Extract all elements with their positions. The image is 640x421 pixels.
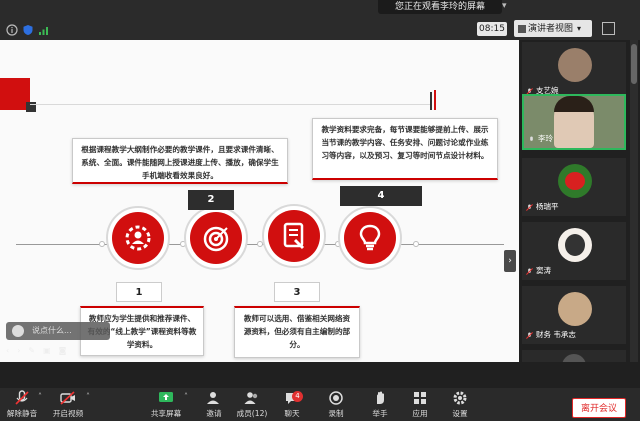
mic-icon — [530, 136, 533, 141]
fullscreen-icon[interactable] — [602, 22, 615, 35]
participant-name: 杨瑞平 — [536, 202, 559, 211]
lightbulb-icon — [359, 224, 381, 251]
camera-icon[interactable]: ◙ — [59, 346, 75, 355]
apps-button[interactable]: 应用 — [398, 390, 442, 420]
meeting-timer: 08:15 — [477, 22, 507, 36]
settings-button[interactable]: 设置 — [438, 390, 482, 420]
sharing-banner: 您正在观看李玲的屏幕 — [378, 0, 502, 14]
chevron-down-icon: ▾ — [577, 24, 582, 33]
participant-name: 窦涛 — [536, 266, 551, 275]
raise-hand-button[interactable]: 举手 — [358, 390, 402, 420]
avatar — [558, 228, 592, 262]
members-icon — [244, 392, 258, 404]
timeline-dot — [99, 241, 105, 247]
grid-icon — [518, 24, 526, 33]
share-screen-label: 共享屏幕 — [150, 409, 182, 418]
step-2-number: 2 — [188, 190, 234, 210]
step-3-circle — [262, 204, 326, 268]
participant-gallery: 支艺婉 李玲 杨瑞平 窦涛 财务 韦承志 — [520, 40, 640, 366]
user-gear-icon — [125, 225, 151, 251]
note-materials: 教学资料要求完备，每节课要能够提前上传、展示当节课的教学内容、任务安排、问题讨论… — [312, 118, 498, 180]
mic-muted-icon — [526, 204, 533, 211]
gallery-scrollbar[interactable] — [630, 40, 638, 362]
view-mode-button[interactable]: 演讲者视图 ▾ — [514, 20, 592, 37]
slide-tools: ‹›✎▣◙ — [6, 346, 110, 358]
top-bar: 您正在观看李玲的屏幕 ▾ 08:15 演讲者视图 ▾ — [0, 0, 640, 40]
chevron-down-icon[interactable]: ▾ — [502, 1, 507, 11]
members-button[interactable]: 成员(12) — [230, 390, 274, 420]
chat-label: 聊天 — [284, 409, 300, 418]
participant-name: 李玲 — [538, 134, 553, 143]
participant-tile[interactable] — [522, 350, 626, 366]
chevron-up-icon[interactable]: ˄ — [86, 392, 90, 401]
settings-label: 设置 — [452, 409, 468, 418]
shared-slide: 1 2 3 4 根据课程教学大纲制作必要的教学课件，且要求课件清晰、系统、全面。… — [0, 40, 519, 362]
header-tick-red — [434, 90, 436, 110]
spacer — [0, 362, 640, 388]
header-tick-dark — [430, 92, 432, 110]
start-video-button[interactable]: 开启视频 — [46, 390, 90, 420]
collapse-sidebar-button[interactable]: › — [504, 250, 516, 272]
shield-icon[interactable] — [22, 24, 34, 36]
step-1-circle — [106, 206, 170, 270]
participant-tile[interactable]: 窦涛 — [522, 222, 626, 280]
record-icon — [329, 391, 343, 405]
participant-tile[interactable]: 支艺婉 — [522, 42, 626, 100]
mic-muted-icon — [526, 268, 533, 275]
video-feed-hair — [554, 96, 594, 112]
chat-unread-badge: 4 — [292, 391, 303, 402]
participant-tile-active[interactable]: 李玲 — [522, 94, 626, 150]
header-divider — [30, 104, 430, 105]
meeting-toolbar: 解除静音 ˄ 开启视频 ˄ 共享屏幕 ˄ 邀请 成员(12) 聊天 录制 举手 … — [0, 388, 640, 421]
target-icon — [203, 226, 229, 252]
info-icon[interactable] — [6, 24, 18, 36]
participant-name: 财务 韦承志 — [536, 330, 576, 339]
note-resources: 教师可以选用、借鉴相关网络资源资料，但必须有自主编制的部分。 — [234, 306, 360, 358]
step-3-number: 3 — [274, 282, 320, 302]
raise-hand-label: 举手 — [372, 409, 388, 418]
mic-muted-icon — [526, 332, 533, 339]
share-screen-icon — [159, 392, 173, 402]
leave-meeting-button[interactable]: 离开会议 — [572, 398, 626, 418]
chevron-up-icon[interactable]: ˄ — [184, 392, 188, 401]
add-user-icon — [207, 392, 219, 404]
chevron-up-icon[interactable]: ˄ — [38, 392, 42, 401]
slide-overlay-controls: 说点什么... ‹›✎▣◙ — [0, 316, 112, 360]
step-4-circle — [338, 206, 402, 270]
next-arrow-icon[interactable]: › — [17, 346, 28, 355]
participant-tile[interactable]: 杨瑞平 — [522, 158, 626, 216]
note-courseware: 根据课程教学大纲制作必要的教学课件，且要求课件清晰、系统、全面。课件能随网上授课… — [72, 138, 288, 184]
step-1-number: 1 — [116, 282, 162, 302]
timeline-dot — [413, 241, 419, 247]
record-button[interactable]: 录制 — [314, 390, 358, 420]
scrollbar-thumb[interactable] — [631, 44, 637, 84]
prev-arrow-icon[interactable]: ‹ — [6, 346, 17, 355]
share-screen-button[interactable]: 共享屏幕 — [144, 390, 188, 420]
chat-quick-input[interactable]: 说点什么... — [6, 322, 110, 340]
video-off-icon — [60, 391, 75, 405]
gear-icon — [453, 391, 467, 405]
meeting-window: 您正在观看李玲的屏幕 ▾ 08:15 演讲者视图 ▾ 1 2 3 4 根据课程教… — [0, 0, 640, 421]
pen-icon[interactable]: ✎ — [28, 346, 43, 355]
members-label: 成员(12) — [236, 409, 268, 418]
step-2-circle — [184, 206, 248, 270]
participant-tile[interactable]: 财务 韦承志 — [522, 286, 626, 344]
chat-placeholder: 说点什么... — [32, 326, 72, 335]
step-4-number: 4 — [340, 186, 422, 206]
start-video-label: 开启视频 — [52, 409, 84, 418]
view-mode-label: 演讲者视图 — [528, 24, 574, 34]
avatar — [558, 48, 592, 82]
record-label: 录制 — [328, 409, 344, 418]
document-icon — [283, 222, 305, 250]
avatar — [558, 164, 592, 198]
screenshot-icon[interactable]: ▣ — [43, 346, 59, 355]
avatar — [558, 292, 592, 326]
apps-label: 应用 — [412, 409, 428, 418]
signal-icon[interactable] — [38, 24, 50, 36]
hand-icon — [377, 391, 384, 404]
emoji-icon[interactable] — [12, 325, 24, 337]
apps-icon — [414, 392, 426, 404]
unmute-label: 解除静音 — [6, 409, 38, 418]
mic-muted-icon — [15, 390, 29, 405]
